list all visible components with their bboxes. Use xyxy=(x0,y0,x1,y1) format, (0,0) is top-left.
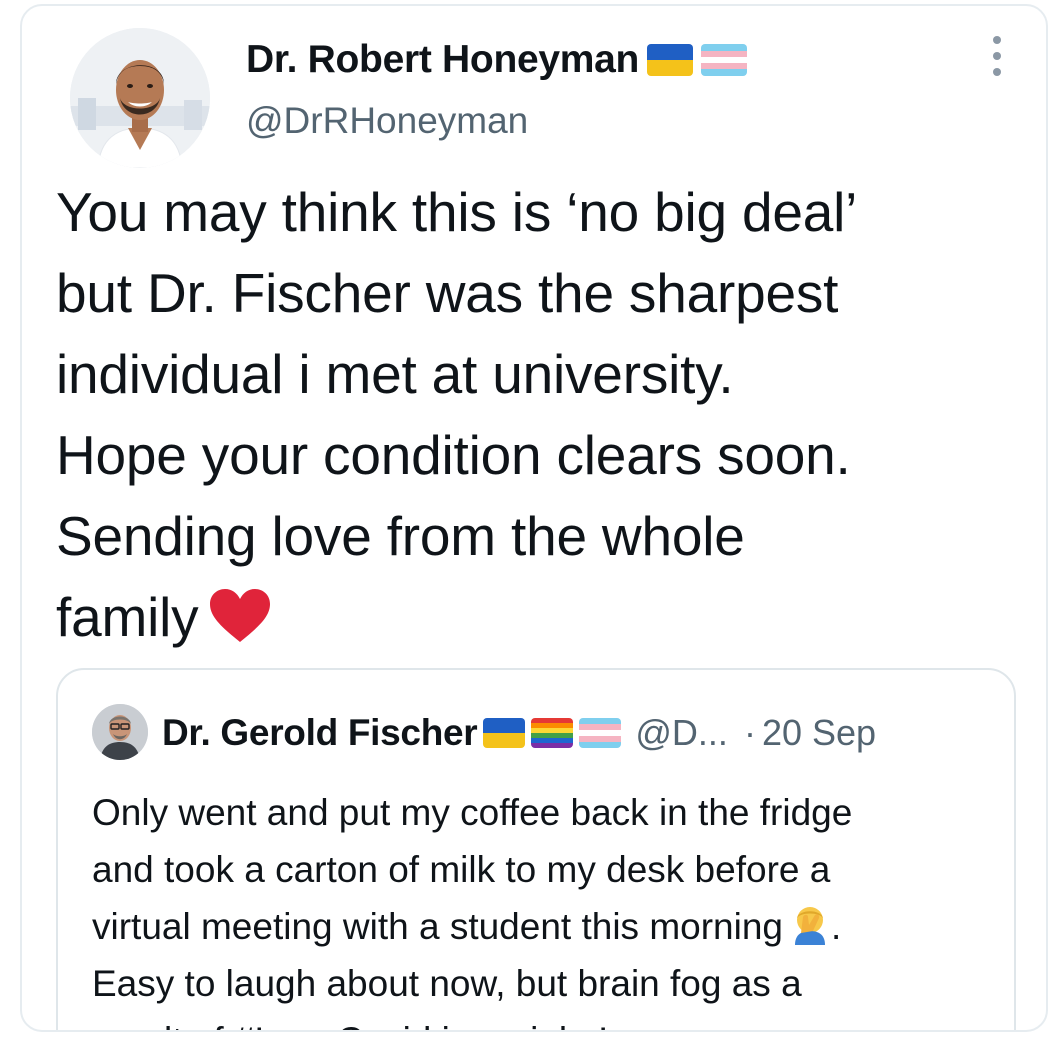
more-dots-icon[interactable] xyxy=(986,36,1008,76)
tweet-text-line: individual i met at university. xyxy=(56,343,734,405)
quoted-text: Only went and put my coffee back in the … xyxy=(92,784,992,1030)
tweet-text: You may think this is ‘no big deal’ but … xyxy=(56,172,1036,658)
tweet-text-word: family xyxy=(56,586,199,648)
quoted-text-line: result of #LongCovid is no joke! xyxy=(92,1012,992,1030)
trans-flag-icon xyxy=(579,718,622,748)
quoted-text-period: . xyxy=(831,906,842,947)
author-name[interactable]: Dr. Robert Honeyman xyxy=(246,36,639,84)
separator-dot: · xyxy=(743,712,756,753)
avatar-photo xyxy=(92,704,148,760)
quoted-author-avatar[interactable] xyxy=(92,704,148,760)
quoted-text-line: Only went and put my coffee back in the … xyxy=(92,792,853,833)
tweet-text-line: You may think this is ‘no big deal’ xyxy=(56,181,858,243)
trans-flag-icon xyxy=(701,44,748,76)
ukraine-flag-icon xyxy=(483,718,526,748)
tweet-text-line: but Dr. Fischer was the sharpest xyxy=(56,262,839,324)
avatar-photo xyxy=(70,28,210,168)
quoted-text-line-emoji: virtual meeting with a student this morn… xyxy=(92,898,992,955)
quoted-header: Dr. Gerold Fischer @D... · 20 Sep xyxy=(162,708,876,758)
tweet-text-line-last: family xyxy=(56,577,1036,658)
tweet-text-line: Sending love from the whole xyxy=(56,505,745,567)
quoted-text-line: Easy to laugh about now, but brain fog a… xyxy=(92,963,802,1004)
red-heart-icon xyxy=(208,588,272,644)
quoted-text-line: and took a carton of milk to my desk bef… xyxy=(92,849,831,890)
facepalm-icon xyxy=(789,903,831,945)
quoted-author-handle[interactable]: @D... xyxy=(635,712,728,754)
rainbow-flag-icon xyxy=(531,718,574,748)
author-name-row[interactable]: Dr. Robert Honeyman xyxy=(246,36,748,84)
quoted-tweet[interactable]: Dr. Gerold Fischer @D... · 20 Sep Only w… xyxy=(56,668,1016,1030)
ukraine-flag-icon xyxy=(647,44,694,76)
author-avatar[interactable] xyxy=(70,28,210,168)
author-handle[interactable]: @DrRHoneyman xyxy=(246,98,528,144)
quoted-author-name[interactable]: Dr. Gerold Fischer xyxy=(162,712,478,754)
tweet-text-line: Hope your condition clears soon. xyxy=(56,424,851,486)
quoted-text-words: virtual meeting with a student this morn… xyxy=(92,906,784,947)
tweet-card[interactable]: Dr. Robert Honeyman @DrRHoneyman You may… xyxy=(20,4,1048,1032)
quoted-date[interactable]: 20 Sep xyxy=(762,712,876,754)
